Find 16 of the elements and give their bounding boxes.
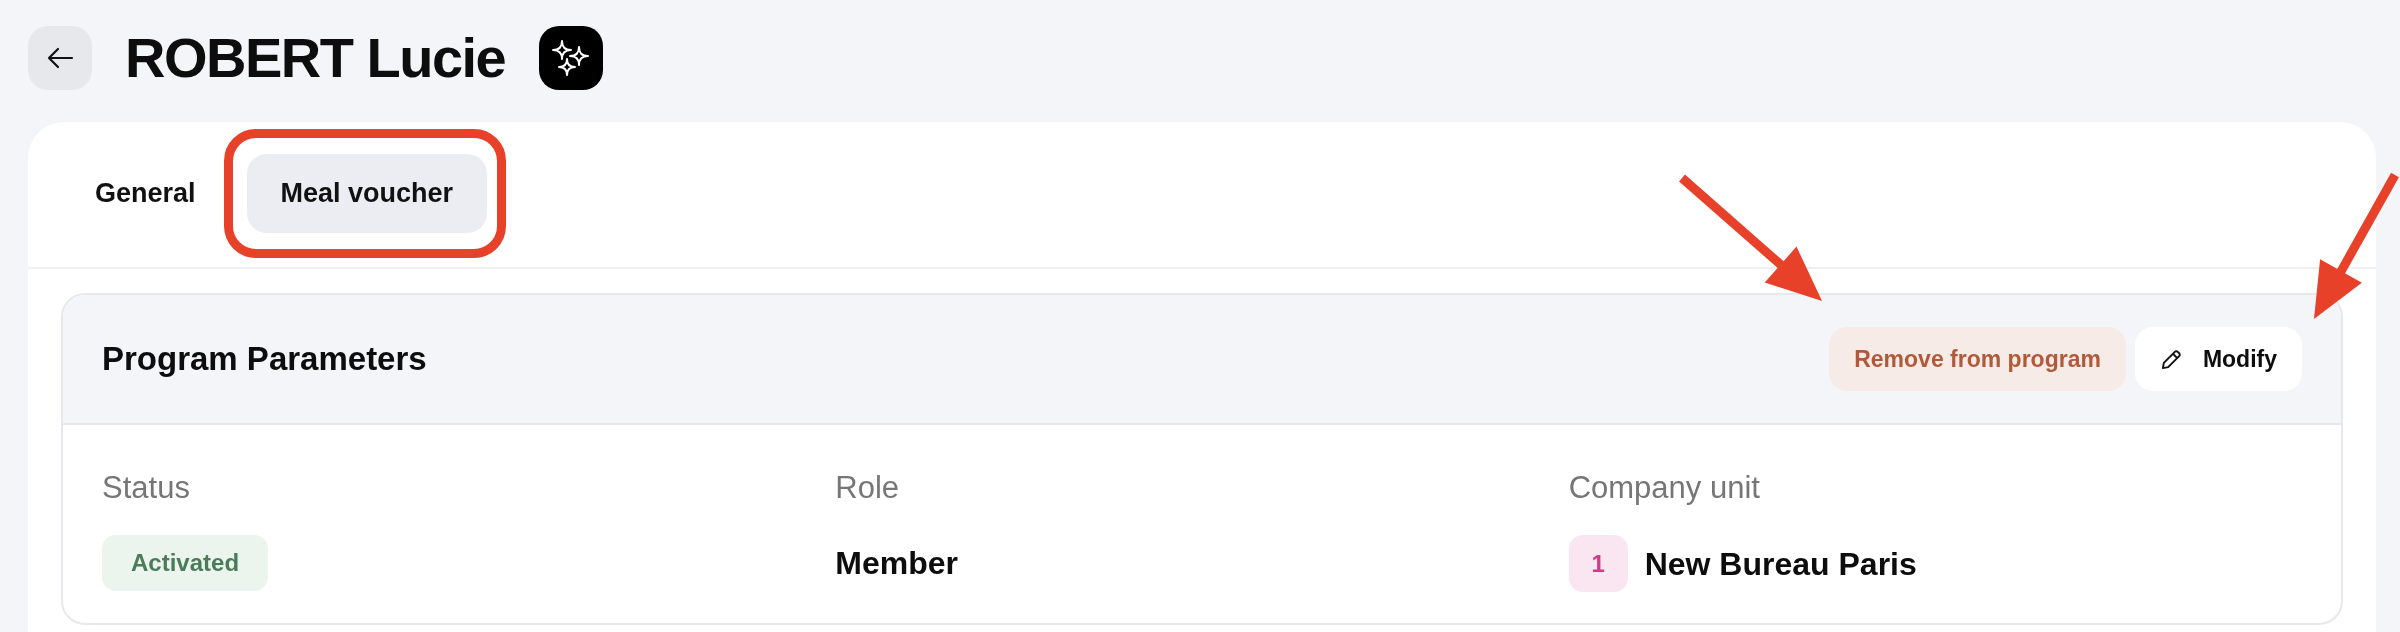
sparkle-icon (539, 26, 604, 90)
page-title: ROBERT Lucie (125, 26, 506, 90)
field-value: Member (835, 544, 959, 583)
field-label: Company unit (1568, 471, 1760, 505)
back-button[interactable] (28, 26, 92, 90)
tab[interactable]: Meal voucher (246, 154, 488, 233)
unit-code-badge: 1 (1568, 535, 1628, 592)
field-label: Status (102, 471, 190, 505)
section-title: Program Parameters (102, 339, 427, 379)
field-label: Role (835, 471, 900, 505)
tab[interactable]: General (61, 154, 230, 233)
status-badge: Activated (102, 535, 269, 591)
field-value: New Bureau Paris (1644, 544, 1917, 584)
modify-button[interactable]: Modify (2134, 327, 2302, 391)
remove-button[interactable]: Remove from program (1829, 327, 2126, 391)
pencil-icon (2159, 347, 2183, 371)
